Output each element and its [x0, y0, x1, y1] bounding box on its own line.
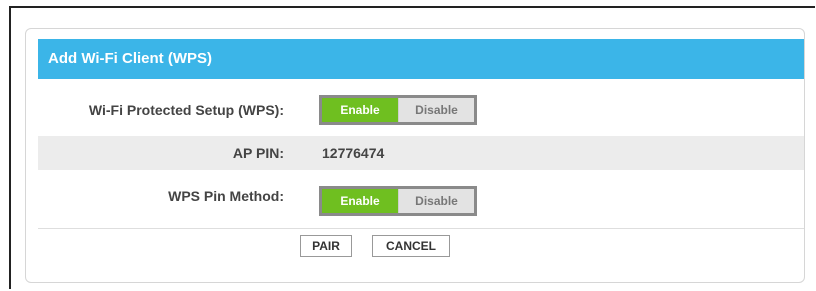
wps-pin-method-enable-button[interactable]: Enable — [322, 189, 398, 213]
pair-button[interactable]: PAIR — [300, 235, 352, 257]
wps-pin-method-toggle: Enable Disable — [319, 186, 477, 216]
wps-enable-button[interactable]: Enable — [322, 98, 398, 122]
wps-pin-method-row: WPS Pin Method: Enable Disable — [38, 176, 804, 222]
wps-panel: Add Wi-Fi Client (WPS) Wi-Fi Protected S… — [25, 28, 805, 283]
ap-pin-value: 12776474 — [322, 145, 385, 161]
ap-pin-row: AP PIN: 12776474 — [38, 136, 804, 170]
wps-label: Wi-Fi Protected Setup (WPS): — [88, 102, 284, 118]
wps-disable-button[interactable]: Disable — [398, 98, 474, 122]
wps-row: Wi-Fi Protected Setup (WPS): Enable Disa… — [38, 87, 804, 133]
panel-title: Add Wi-Fi Client (WPS) — [38, 39, 804, 79]
wps-pin-method-label: WPS Pin Method: — [168, 188, 284, 204]
wps-pin-method-disable-button[interactable]: Disable — [398, 189, 474, 213]
divider — [38, 228, 804, 229]
cancel-button[interactable]: CANCEL — [372, 235, 450, 257]
ap-pin-label: AP PIN: — [232, 145, 284, 161]
wps-toggle: Enable Disable — [319, 95, 477, 125]
